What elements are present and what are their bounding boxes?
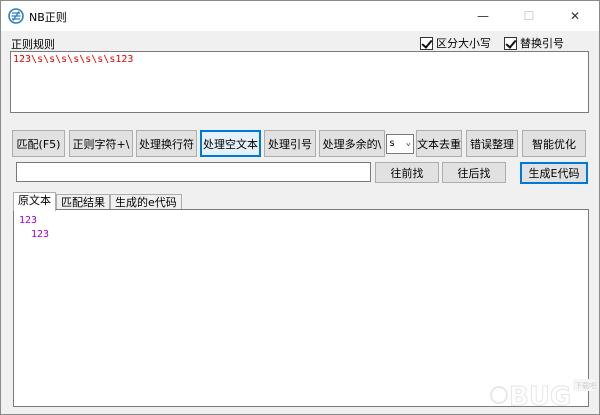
regex-input[interactable]: 123\s\s\s\s\s\s\s123 (10, 51, 589, 113)
watermark-text: BUG (509, 382, 571, 411)
process-newline-button[interactable]: 处理换行符 (136, 130, 197, 157)
tab-source-text[interactable]: 原文本 (13, 192, 56, 211)
error-fix-button[interactable]: 错误整理 (466, 130, 518, 157)
process-extra-backslash-button[interactable]: 处理多余的\ (319, 130, 385, 157)
minimize-button[interactable]: — (460, 1, 506, 31)
dedupe-text-button[interactable]: 文本去重 (416, 130, 462, 157)
source-line: 123 (31, 229, 50, 240)
result-tabs: 原文本 匹配结果 生成的e代码 (13, 192, 182, 211)
case-sensitive-checkbox[interactable]: 区分大小写 (420, 35, 491, 51)
site-watermark-logo: BUG 下载吧 (490, 379, 596, 411)
process-empty-text-button[interactable]: 处理空文本 (200, 130, 261, 157)
watermark-sub: 下载吧 (575, 381, 596, 390)
find-prev-button[interactable]: 往前找 (375, 162, 439, 183)
app-logo-icon (8, 8, 24, 24)
regex-char-button[interactable]: 正则字符+\ (69, 130, 133, 157)
process-quotes-button[interactable]: 处理引号 (264, 130, 316, 157)
app-window: NB正则 — ☐ ✕ 正则规则 区分大小写 替换引号 123\s\s\s\s\s… (0, 0, 600, 415)
window-title: NB正则 (29, 11, 67, 24)
close-button[interactable]: ✕ (552, 1, 598, 31)
case-sensitive-label: 区分大小写 (436, 37, 491, 50)
find-next-button[interactable]: 往后找 (442, 162, 506, 183)
title-bar: NB正则 — ☐ ✕ (1, 1, 599, 31)
checkbox-checked-icon (420, 36, 433, 50)
find-input[interactable] (16, 162, 371, 182)
generate-e-code-button[interactable]: 生成E代码 (520, 162, 588, 184)
replace-quotes-label: 替换引号 (520, 37, 564, 50)
escape-char-select[interactable]: s ⌄ (386, 134, 414, 154)
regex-rule-label: 正则规则 (11, 38, 55, 51)
smart-optimize-button[interactable]: 智能优化 (522, 130, 586, 157)
replace-quotes-checkbox[interactable]: 替换引号 (504, 35, 564, 51)
select-value: s (389, 138, 396, 149)
maximize-button[interactable]: ☐ (506, 1, 552, 31)
source-line: 123 (19, 215, 38, 226)
chevron-down-icon: ⌄ (405, 138, 411, 148)
match-button[interactable]: 匹配(F5) (12, 130, 65, 157)
checkbox-checked-icon (504, 36, 517, 50)
